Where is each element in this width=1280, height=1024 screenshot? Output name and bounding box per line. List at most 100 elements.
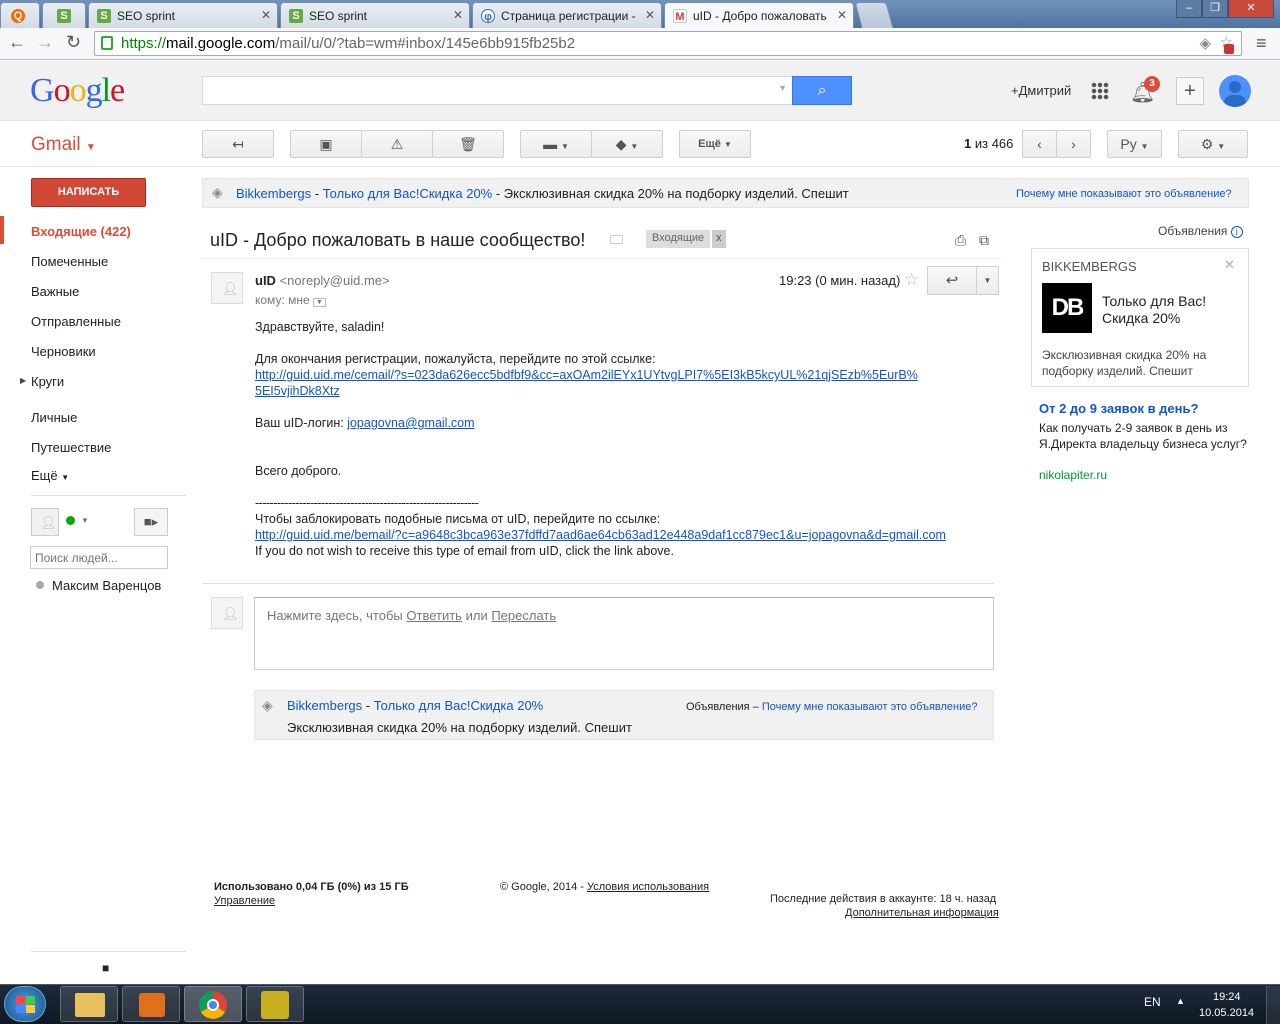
compose-button[interactable]: НАПИСАТЬ bbox=[31, 178, 146, 207]
people-search-input[interactable] bbox=[30, 546, 168, 569]
sidebar-item-drafts[interactable]: Черновики bbox=[31, 344, 96, 359]
address-bar[interactable]: https://mail.google.com/mail/u/0/?tab=wm… bbox=[94, 31, 1242, 56]
archive-button[interactable]: ▣ bbox=[290, 130, 362, 158]
browser-tab-1[interactable]: Q bbox=[0, 2, 40, 28]
sidebar-item-travel[interactable]: Путешествие bbox=[31, 440, 111, 455]
browser-tab-3[interactable]: S SEO sprint ✕ bbox=[88, 2, 278, 28]
close-window-icon[interactable]: ✕ bbox=[1228, 0, 1274, 18]
keyboard-language[interactable]: EN bbox=[1144, 995, 1161, 1009]
search-input[interactable]: ▼ bbox=[202, 76, 794, 105]
top-ad-brand[interactable]: Bikkembergs bbox=[236, 186, 311, 201]
newer-button[interactable]: ‹ bbox=[1022, 130, 1057, 158]
menu-icon[interactable]: ≡ bbox=[1256, 33, 1267, 54]
translate-icon[interactable]: ◈ bbox=[1199, 34, 1211, 52]
sidebar-item-circles[interactable]: Круги bbox=[31, 374, 64, 389]
reload-icon[interactable]: ↻ bbox=[66, 33, 81, 51]
status-online-icon[interactable] bbox=[66, 516, 75, 525]
close-icon[interactable]: ✕ bbox=[1224, 257, 1235, 273]
tab-close-icon[interactable]: ✕ bbox=[645, 8, 655, 22]
manage-storage-link[interactable]: Управление bbox=[214, 895, 275, 907]
recipient[interactable]: кому: мне ▼ bbox=[255, 293, 326, 307]
expand-arrow-icon[interactable]: ▶ bbox=[20, 376, 26, 385]
remove-label-icon[interactable]: x bbox=[712, 230, 726, 248]
bottom-ad-why-link[interactable]: Почему мне показывают это объявление? bbox=[762, 701, 978, 713]
more-button[interactable]: Ещё ▼ bbox=[679, 130, 751, 158]
move-to-button[interactable]: ▬ ▼ bbox=[520, 130, 592, 158]
avatar[interactable] bbox=[1219, 75, 1251, 107]
share-plus-button[interactable]: + bbox=[1176, 77, 1204, 105]
sidebar-item-more[interactable]: Ещё ▼ bbox=[31, 468, 69, 483]
reply-box[interactable]: Нажмите здесь, чтобы Ответить или Пересл… bbox=[254, 597, 994, 670]
details-link[interactable]: Дополнительная информация bbox=[845, 907, 999, 919]
chat-icon[interactable]: ■ bbox=[102, 961, 109, 975]
tab-close-icon[interactable]: ✕ bbox=[453, 8, 463, 22]
show-desktop-button[interactable] bbox=[1266, 986, 1280, 1024]
taskbar-explorer[interactable] bbox=[60, 986, 118, 1022]
sidebar-item-sent[interactable]: Отправленные bbox=[31, 314, 121, 329]
browser-tab-5[interactable]: φ Страница регистрации - ✕ bbox=[472, 2, 662, 28]
older-button[interactable]: › bbox=[1056, 130, 1091, 158]
confirm-link-line2[interactable]: 5EI5vjihDk8Xtz bbox=[255, 384, 340, 398]
forward-icon[interactable]: → bbox=[36, 33, 54, 51]
sidebar-item-starred[interactable]: Помеченные bbox=[31, 254, 108, 269]
ad2-url[interactable]: nikolapiter.ru bbox=[1039, 468, 1107, 482]
report-spam-button[interactable]: ⚠ bbox=[361, 130, 433, 158]
top-ad-why-link[interactable]: Почему мне показывают это объявление? bbox=[1016, 188, 1232, 200]
sidebar-item-important[interactable]: Важные bbox=[31, 284, 79, 299]
sender[interactable]: uID <noreply@uid.me> bbox=[255, 273, 390, 288]
clock-date[interactable]: 10.05.2014 bbox=[1199, 1007, 1254, 1019]
ad-card[interactable]: BIKKEMBERGS ✕ DB Только для Вас! Скидка … bbox=[1031, 248, 1249, 387]
start-button[interactable] bbox=[4, 986, 46, 1022]
minimize-icon[interactable]: – bbox=[1176, 0, 1202, 18]
sidebar-item-inbox[interactable]: Входящие (422) bbox=[31, 224, 131, 239]
reply-button[interactable]: ↩ bbox=[927, 266, 977, 295]
maximize-icon[interactable]: ❐ bbox=[1202, 0, 1228, 18]
video-call-button[interactable]: ■▸ bbox=[134, 508, 168, 536]
back-to-inbox-button[interactable]: ↤ bbox=[202, 130, 274, 158]
new-window-icon[interactable]: ⧉ bbox=[979, 232, 989, 249]
unsubscribe-link[interactable]: http://guid.uid.me/bemail/?c=a9648c3bca9… bbox=[255, 528, 946, 542]
taskbar-game[interactable] bbox=[246, 986, 304, 1022]
bottom-ad-title[interactable]: Только для Вас!Скидка 20% bbox=[374, 698, 544, 713]
gmail-label[interactable]: Gmail ▼ bbox=[31, 134, 96, 156]
browser-tab-active[interactable]: M uID - Добро пожаловать ✕ bbox=[664, 2, 854, 29]
clock-time[interactable]: 19:24 bbox=[1213, 991, 1241, 1003]
google-logo[interactable]: Google bbox=[30, 72, 125, 110]
back-icon[interactable]: ← bbox=[8, 33, 26, 51]
browser-tab-4[interactable]: S SEO sprint ✕ bbox=[280, 2, 470, 28]
user-name[interactable]: +Дмитрий bbox=[1011, 83, 1071, 98]
taskbar-media-player[interactable] bbox=[122, 986, 180, 1022]
contact-item[interactable]: Максим Варенцов bbox=[52, 578, 161, 593]
ad2-title[interactable]: От 2 до 9 заявок в день? bbox=[1039, 401, 1198, 416]
reply-link[interactable]: Ответить bbox=[406, 608, 462, 623]
more-actions-button[interactable]: ▼ bbox=[976, 266, 999, 295]
forward-link[interactable]: Переслать bbox=[491, 608, 556, 623]
labels-button[interactable]: ◆ ▼ bbox=[591, 130, 663, 158]
login-email-link[interactable]: jopagovna@gmail.com bbox=[347, 416, 474, 430]
sidebar-item-personal[interactable]: Личные bbox=[31, 410, 77, 425]
settings-button[interactable]: ⚙ ▼ bbox=[1178, 130, 1248, 158]
extension-icon[interactable] bbox=[1224, 44, 1234, 54]
new-tab-button[interactable] bbox=[854, 2, 894, 28]
input-tools-button[interactable]: Ру ▼ bbox=[1107, 130, 1162, 158]
delete-button[interactable]: 🗑︎ bbox=[432, 130, 504, 158]
star-icon[interactable]: ☆ bbox=[904, 270, 919, 290]
bottom-ad-brand[interactable]: Bikkembergs bbox=[287, 698, 362, 713]
chevron-down-icon[interactable]: ▼ bbox=[778, 83, 787, 93]
browser-tab-2[interactable]: S bbox=[42, 2, 86, 28]
terms-link[interactable]: Условия использования bbox=[587, 881, 709, 893]
search-button[interactable]: ⌕ bbox=[792, 76, 852, 105]
info-icon[interactable]: i bbox=[1230, 226, 1243, 238]
top-ad-title[interactable]: Только для Вас!Скидка 20% bbox=[323, 186, 493, 201]
tab-close-icon[interactable]: ✕ bbox=[261, 8, 271, 22]
status-chevron-icon[interactable]: ▼ bbox=[81, 516, 89, 525]
taskbar-chrome[interactable] bbox=[184, 986, 242, 1022]
hangouts-avatar[interactable]: 👤︎ bbox=[31, 508, 59, 536]
print-icon[interactable]: ⎙ bbox=[955, 232, 966, 249]
tray-expand-icon[interactable]: ▲ bbox=[1176, 996, 1185, 1006]
importance-marker-icon[interactable] bbox=[610, 235, 623, 244]
apps-grid-icon[interactable] bbox=[1091, 82, 1109, 100]
sender-avatar[interactable]: 👤︎ bbox=[211, 272, 243, 304]
confirm-link-line1[interactable]: http://guid.uid.me/cemail/?s=023da626ecc… bbox=[255, 368, 918, 382]
tab-close-icon[interactable]: ✕ bbox=[837, 8, 847, 22]
